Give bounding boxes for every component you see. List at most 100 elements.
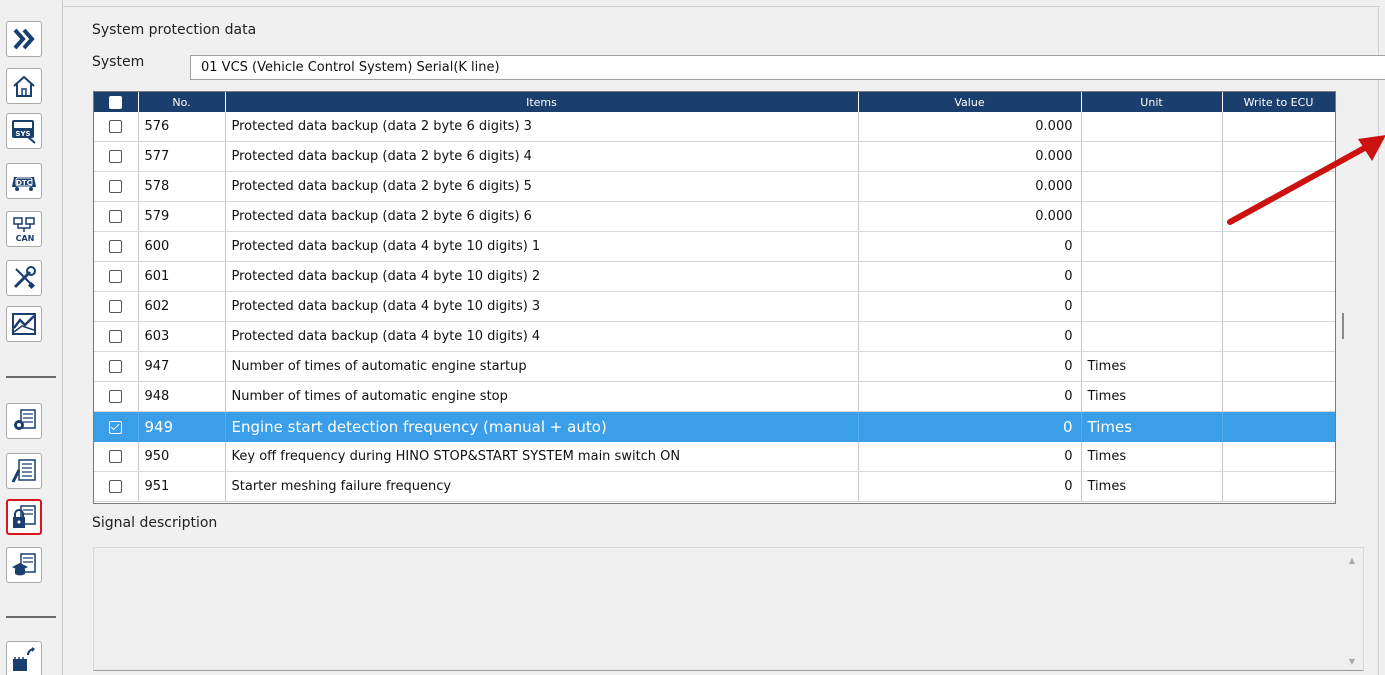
row-item: Protected data backup (data 2 byte 6 dig… [225,171,859,202]
expand-button[interactable] [6,21,42,57]
row-checkbox-cell[interactable] [94,411,139,442]
row-unit: Times [1081,471,1223,502]
protection-data-table: No. Items Value Unit Write to ECU 576 Pro… [93,91,1336,504]
row-write-to-ecu [1222,381,1335,412]
table-row[interactable]: 949 Engine start detection frequency (man… [94,411,1335,442]
ecu-refresh-icon [13,646,35,671]
row-checkbox-cell[interactable] [94,261,139,292]
row-checkbox[interactable] [109,210,123,223]
header-items[interactable]: Items [225,92,859,112]
dtc-button[interactable]: DTC [6,163,42,199]
row-checkbox[interactable] [109,360,123,373]
table-row[interactable]: 601 Protected data backup (data 4 byte 10… [94,261,1335,292]
row-item: Number of times of automatic engine star… [225,351,859,382]
table-row[interactable]: 950 Key off frequency during HINO STOP&ST… [94,441,1335,472]
header-write-to-ecu[interactable]: Write to ECU [1222,92,1335,112]
row-no: 949 [138,411,226,442]
section-title: System protection data [92,22,257,38]
row-checkbox-cell[interactable] [94,231,139,262]
lock-list-button[interactable] [6,499,42,535]
can-button[interactable]: CAN [6,211,42,247]
row-value: 0 [858,351,1082,382]
table-row[interactable]: 602 Protected data backup (data 4 byte 10… [94,291,1335,322]
row-value: 0 [858,231,1082,262]
tools-button[interactable] [6,260,42,296]
system-select[interactable]: 01 VCS (Vehicle Control System) Serial(K… [190,55,1385,80]
row-write-to-ecu [1222,231,1335,262]
row-write-to-ecu [1222,351,1335,382]
expand-icon [13,28,35,50]
row-value: 0 [858,471,1082,502]
row-checkbox[interactable] [109,150,123,163]
row-item: Protected data backup (data 4 byte 10 di… [225,261,859,292]
row-checkbox[interactable] [109,270,123,283]
system-label: System [92,54,145,70]
header-no[interactable]: No. [138,92,226,112]
header-value[interactable]: Value [858,92,1082,112]
scroll-down-icon[interactable]: ▼ [1349,657,1355,666]
settings-list-button[interactable] [6,403,42,439]
row-checkbox[interactable] [109,300,123,313]
signal-description-label: Signal description [92,515,218,531]
row-checkbox-cell[interactable] [94,441,139,472]
scroll-up-icon[interactable]: ▲ [1349,556,1355,565]
table-row[interactable]: 600 Protected data backup (data 4 byte 10… [94,231,1335,262]
row-write-to-ecu [1222,261,1335,292]
education-list-button[interactable] [6,547,42,583]
row-checkbox[interactable] [109,120,123,133]
row-no: 600 [138,231,226,262]
row-no: 950 [138,441,226,472]
row-checkbox[interactable] [109,240,123,253]
row-value: 0 [858,261,1082,292]
row-checkbox[interactable] [109,450,123,463]
row-item: Protected data backup (data 4 byte 10 di… [225,291,859,322]
left-toolbar: SYS DTC CAN [0,0,63,675]
row-unit [1081,321,1223,352]
row-checkbox[interactable] [109,390,123,403]
select-all-header[interactable] [94,92,139,112]
row-checkbox-cell[interactable] [94,381,139,412]
row-checkbox-cell[interactable] [94,141,139,172]
row-value: 0.000 [858,171,1082,202]
row-write-to-ecu [1222,411,1335,442]
signal-description-box[interactable]: ▲ ▼ [93,547,1364,671]
table-row[interactable]: 577 Protected data backup (data 2 byte 6 … [94,141,1335,172]
tools-icon [13,266,36,290]
table-scrollbar-thumb[interactable] [1342,313,1344,339]
row-no: 603 [138,321,226,352]
system-icon: SYS [12,120,36,144]
row-checkbox-cell[interactable] [94,171,139,202]
lock-list-icon [13,505,36,528]
table-row[interactable]: 578 Protected data backup (data 2 byte 6 … [94,171,1335,202]
table-row[interactable]: 947 Number of times of automatic engine s… [94,351,1335,382]
system-button[interactable]: SYS [6,113,42,149]
row-unit [1081,171,1223,202]
row-checkbox-cell[interactable] [94,201,139,232]
row-checkbox-cell[interactable] [94,112,139,142]
row-no: 602 [138,291,226,322]
row-checkbox-cell[interactable] [94,321,139,352]
row-checkbox[interactable] [109,420,123,434]
graph-button[interactable] [6,306,42,342]
ecu-refresh-button[interactable] [6,641,42,675]
table-row[interactable]: 948 Number of times of automatic engine s… [94,381,1335,412]
row-checkbox[interactable] [109,180,123,193]
header-unit[interactable]: Unit [1081,92,1223,112]
table-row[interactable]: 951 Starter meshing failure frequency 0 Tim… [94,471,1335,502]
row-checkbox-cell[interactable] [94,471,139,502]
row-checkbox-cell[interactable] [94,291,139,322]
home-button[interactable] [6,68,42,104]
table-row[interactable]: 576 Protected data backup (data 2 byte 6 … [94,112,1335,142]
row-checkbox[interactable] [109,480,123,493]
select-all-checkbox[interactable] [109,95,123,109]
row-checkbox-cell[interactable] [94,351,139,382]
table-header-row: No. Items Value Unit Write to ECU [94,92,1335,112]
row-item: Protected data backup (data 4 byte 10 di… [225,321,859,352]
table-row[interactable]: 603 Protected data backup (data 4 byte 10… [94,321,1335,352]
system-select-value: 01 VCS (Vehicle Control System) Serial(K… [201,60,500,75]
edit-list-button[interactable] [6,453,42,489]
table-row[interactable]: 579 Protected data backup (data 2 byte 6 … [94,201,1335,232]
row-checkbox[interactable] [109,330,123,343]
row-unit [1081,112,1223,142]
edit-list-icon [11,459,36,483]
